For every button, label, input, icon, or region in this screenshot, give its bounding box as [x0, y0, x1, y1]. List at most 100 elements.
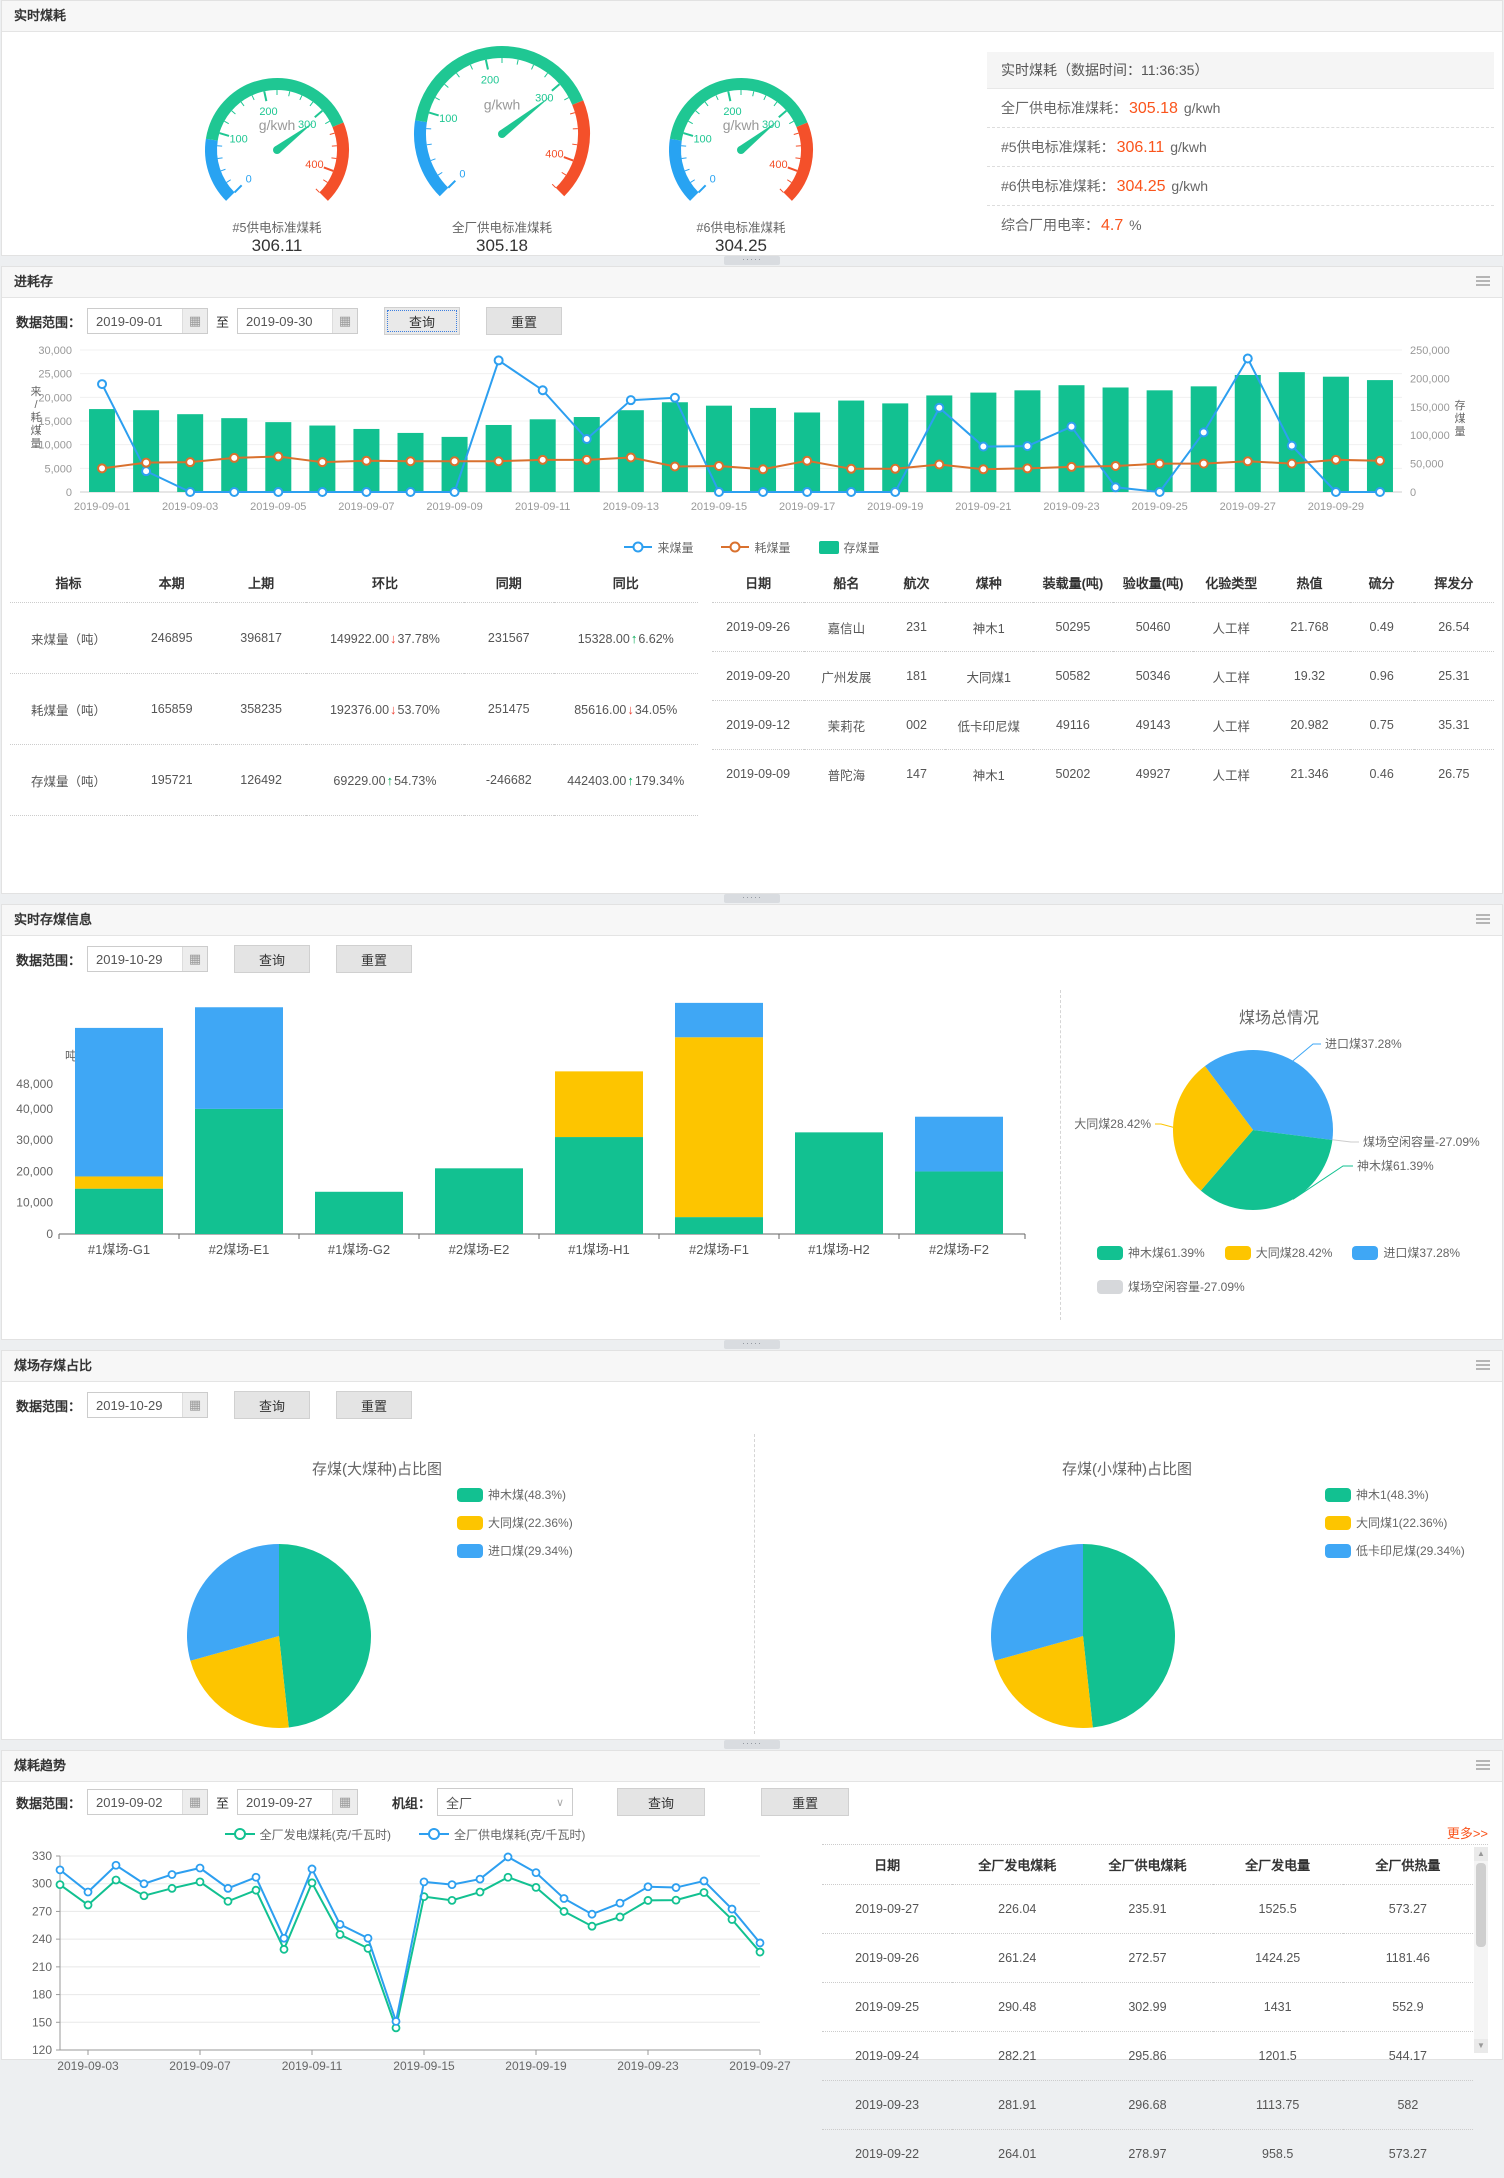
legend-item[interactable]: 全厂供电煤耗(克/千瓦时) [419, 1826, 585, 1843]
query-button[interactable]: 查询 [234, 945, 310, 973]
legend-item[interactable]: 存煤量 [819, 539, 880, 556]
panel-realtime-header: 实时煤耗 [2, 1, 1502, 32]
svg-text:20,000: 20,000 [38, 392, 72, 404]
svg-text:400: 400 [305, 159, 323, 171]
svg-text:2019-09-03: 2019-09-03 [162, 501, 218, 513]
legend-item[interactable]: 全厂发电煤耗(克/千瓦时) [225, 1826, 391, 1843]
svg-text:来/耗煤量: 来/耗煤量 [31, 385, 42, 450]
legend-item[interactable]: 进口煤(29.34%) [457, 1542, 573, 1559]
date-to-wrap: ▦ [237, 1789, 358, 1815]
jhc-summary-table: 指标本期上期环比同期同比来煤量（吨）246895396817149922.00↓… [10, 563, 698, 816]
calendar-icon[interactable]: ▦ [182, 309, 207, 333]
panel-menu-icon[interactable] [1476, 1760, 1490, 1771]
column-header: 全厂供电煤耗 [1082, 1845, 1212, 1885]
table-cell: 246895 [127, 603, 216, 674]
svg-text:120: 120 [32, 2043, 52, 2057]
info-value: 306.11 [1117, 139, 1165, 156]
chevron-down-icon: ∨ [556, 1796, 564, 1809]
table-cell: 1525.5 [1213, 1885, 1343, 1934]
date-input[interactable] [88, 948, 182, 970]
gauge-whole-plant: 0100200300400g/kwh全厂供电标准煤耗305.18 [377, 34, 627, 261]
date-input[interactable] [88, 1394, 182, 1416]
more-link[interactable]: 更多>> [822, 1824, 1488, 1844]
table-cell: 231567 [464, 603, 553, 674]
svg-text:210: 210 [32, 1960, 52, 1974]
scroll-down-icon[interactable]: ▼ [1474, 2039, 1488, 2053]
query-button[interactable]: 查询 [617, 1788, 705, 1816]
legend-item[interactable]: 神木煤61.39% [1097, 1244, 1205, 1261]
table-cell: 181 [888, 652, 944, 701]
panel-storage-ratio: 煤场存煤占比 数据范围： ▦ 查询 重置 存煤(大煤种)占比图 神木煤(48.3… [1, 1350, 1503, 1740]
jhc-ships: 日期船名航次煤种装载量(吨)验收量(吨)化验类型热值硫分挥发分2019-09-2… [712, 563, 1494, 798]
table-cell: 嘉信山 [804, 603, 888, 652]
trend-table-table: 日期全厂发电煤耗全厂供电煤耗全厂发电量全厂供热量2019-09-27226.04… [822, 1845, 1473, 2178]
svg-text:2019-09-23: 2019-09-23 [617, 2059, 679, 2073]
legend-item[interactable]: 低卡印尼煤(29.34%) [1325, 1542, 1465, 1559]
svg-text:0: 0 [46, 1227, 53, 1241]
table-cell: 存煤量（吨） [10, 745, 127, 816]
table-cell: 茉莉花 [804, 701, 888, 750]
legend-item[interactable]: 煤场空闲容量-27.09% [1097, 1278, 1245, 1295]
date-to-input[interactable] [238, 1791, 332, 1813]
calendar-icon[interactable]: ▦ [332, 1790, 357, 1814]
legend-item[interactable]: 进口煤37.28% [1352, 1244, 1460, 1261]
calendar-icon[interactable]: ▦ [182, 1393, 207, 1417]
reset-button[interactable]: 重置 [486, 307, 562, 335]
date-from-input[interactable] [88, 310, 182, 332]
reset-button[interactable]: 重置 [336, 945, 412, 973]
legend-item[interactable]: 神木1(48.3%) [1325, 1486, 1465, 1503]
panel-menu-icon[interactable] [1476, 276, 1490, 287]
legend-item[interactable]: 大同煤28.42% [1225, 1244, 1333, 1261]
info-value: 304.25 [1117, 178, 1166, 195]
svg-text:305.18: 305.18 [476, 236, 528, 255]
panel-resize-handle[interactable]: ····· [724, 1340, 780, 1349]
table-cell: 296.68 [1082, 2081, 1212, 2130]
big-coal-pie-block: 存煤(大煤种)占比图 神木煤(48.3%)大同煤(22.36%)进口煤(29.3… [2, 1428, 752, 1740]
query-button[interactable]: 查询 [234, 1391, 310, 1419]
legend-item[interactable]: 来煤量 [624, 539, 693, 556]
svg-text:300: 300 [298, 119, 316, 131]
legend-item[interactable]: 神木煤(48.3%) [457, 1486, 573, 1503]
ratio-body: 存煤(大煤种)占比图 神木煤(48.3%)大同煤(22.36%)进口煤(29.3… [2, 1428, 1502, 1740]
panel-resize-handle[interactable]: ····· [724, 256, 780, 265]
calendar-icon[interactable]: ▦ [182, 947, 207, 971]
svg-text:48,000: 48,000 [16, 1077, 53, 1091]
panel-menu-icon[interactable] [1476, 914, 1490, 925]
date-to-input[interactable] [238, 310, 332, 332]
panel-resize-handle[interactable]: ····· [724, 1740, 780, 1749]
svg-text:2019-09-25: 2019-09-25 [1131, 501, 1187, 513]
svg-text:304.25: 304.25 [715, 236, 767, 255]
table-cell: 普陀海 [804, 750, 888, 799]
svg-text:100: 100 [693, 134, 711, 146]
column-header: 热值 [1269, 563, 1349, 603]
table-cell: 85616.00↓34.05% [554, 674, 699, 745]
svg-text:0: 0 [1410, 487, 1416, 499]
reset-button[interactable]: 重置 [761, 1788, 849, 1816]
scroll-up-icon[interactable]: ▲ [1474, 1847, 1488, 1861]
panel-menu-icon[interactable] [1476, 1360, 1490, 1371]
column-header: 环比 [306, 563, 464, 603]
reset-button[interactable]: 重置 [336, 1391, 412, 1419]
table-cell: 544.17 [1343, 2032, 1473, 2081]
unit-select[interactable]: 全厂 ∨ [437, 1788, 573, 1816]
column-header: 本期 [127, 563, 216, 603]
calendar-icon[interactable]: ▦ [332, 309, 357, 333]
table-cell: 2019-09-25 [822, 1983, 952, 2032]
calendar-icon[interactable]: ▦ [182, 1790, 207, 1814]
table-cell: 人工样 [1193, 652, 1269, 701]
column-header: 全厂发电量 [1213, 1845, 1343, 1885]
scroll-thumb[interactable] [1476, 1863, 1486, 1947]
query-button[interactable]: 查询 [384, 307, 460, 335]
pie-slice[interactable] [279, 1544, 371, 1727]
table-cell: 192376.00↓53.70% [306, 674, 464, 745]
legend-item[interactable]: 大同煤(22.36%) [457, 1514, 573, 1531]
table-cell: 2019-09-24 [822, 2032, 952, 2081]
date-from-input[interactable] [88, 1791, 182, 1813]
pie-slice[interactable] [1083, 1544, 1175, 1727]
legend-item[interactable]: 大同煤1(22.36%) [1325, 1514, 1465, 1531]
legend-item[interactable]: 耗煤量 [721, 539, 790, 556]
table-cell: 35.31 [1414, 701, 1494, 750]
panel-resize-handle[interactable]: ····· [724, 894, 780, 903]
scrollbar[interactable]: ▲ ▼ [1474, 1847, 1488, 2053]
table-cell: 165859 [127, 674, 216, 745]
